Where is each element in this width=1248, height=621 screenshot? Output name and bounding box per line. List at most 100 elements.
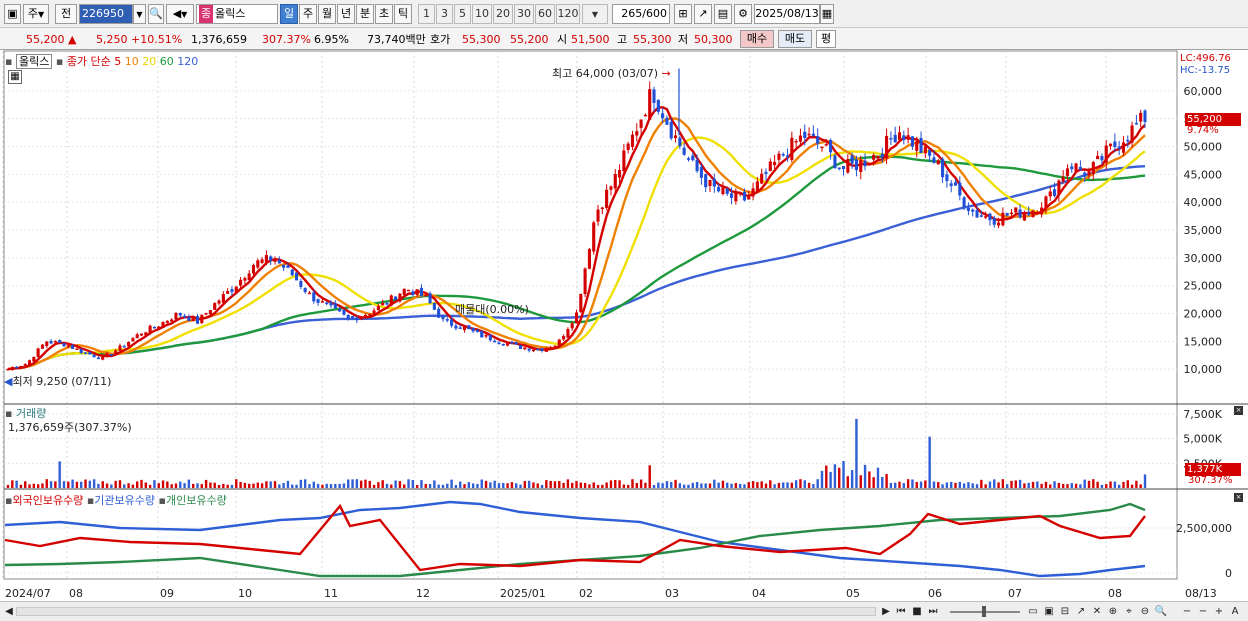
interval-120[interactable]: 120 <box>556 4 580 24</box>
search-icon[interactable]: 🔍 <box>148 4 164 24</box>
stop-icon[interactable]: ■ <box>910 604 924 619</box>
volume-bar <box>200 484 204 488</box>
legend-ma-title[interactable]: 종가 단순 <box>67 55 111 68</box>
legend-ma60[interactable]: 60 <box>160 55 174 68</box>
chart-tool-icon[interactable]: ⊞ <box>674 4 692 24</box>
rewind-icon[interactable]: ⏮ <box>894 604 908 619</box>
interval-10[interactable]: 10 <box>472 4 492 24</box>
interval-60[interactable]: 60 <box>535 4 555 24</box>
draw-line-icon[interactable]: ↗ <box>1074 604 1088 619</box>
candle-body <box>454 325 458 329</box>
interval-20[interactable]: 20 <box>493 4 513 24</box>
holdings-close-icon[interactable]: × <box>1234 493 1243 502</box>
scroll-right-icon[interactable]: ▶ <box>880 604 892 619</box>
volume-bar <box>308 484 311 488</box>
tab-day[interactable]: 일 <box>280 4 298 24</box>
zoom-slider-handle[interactable] <box>982 606 986 617</box>
tab-year[interactable]: 년 <box>337 4 355 24</box>
legend-ma20[interactable]: 20 <box>142 55 156 68</box>
horizontal-scrollbar[interactable] <box>16 607 876 616</box>
tab-tick[interactable]: 틱 <box>394 4 412 24</box>
magnifier-icon[interactable]: 🔍 <box>1154 604 1168 619</box>
interval-1[interactable]: 1 <box>418 4 435 24</box>
candle-body <box>523 347 527 350</box>
volume-bar <box>286 480 290 488</box>
sound-icon[interactable]: ◀▼ <box>166 4 194 24</box>
volume-bar <box>334 483 337 488</box>
volume-bar <box>381 480 384 488</box>
candle-body <box>406 289 411 292</box>
chart-area[interactable]: 10,000 15,000 20,000 25,000 30,000 35,000 40,0… <box>0 50 1248 601</box>
legend-foreign[interactable]: 외국인보유수량 <box>12 494 83 507</box>
window-menu-icon[interactable]: ▣ <box>4 4 21 24</box>
candle-body <box>243 277 247 281</box>
save-icon[interactable]: ▤ <box>714 4 732 24</box>
legend-individual[interactable]: 개인보유수량 <box>166 494 227 507</box>
eval-button[interactable]: 평 <box>816 30 836 48</box>
forward-icon[interactable]: ⏭ <box>926 604 940 619</box>
interval-3[interactable]: 3 <box>436 4 453 24</box>
font-size-icon[interactable]: A <box>1228 604 1242 619</box>
tab-minute[interactable]: 분 <box>356 4 374 24</box>
interval-dropdown[interactable]: ▼ <box>582 4 608 24</box>
draw-tool-icon[interactable]: ↗ <box>694 4 712 24</box>
price-chart-svg[interactable]: 10,000 15,000 20,000 25,000 30,000 35,000 40,0… <box>0 50 1248 601</box>
volume-bar <box>252 483 255 488</box>
calendar-icon[interactable]: ▦ <box>820 4 834 24</box>
layout-icon-2[interactable]: ▣ <box>1042 604 1056 619</box>
period-mode-select[interactable]: 주▼ <box>23 4 49 24</box>
minus-icon[interactable]: − <box>1196 604 1210 619</box>
candle-body <box>389 295 393 306</box>
magnet-icon[interactable]: ⊕ <box>1106 604 1120 619</box>
code-dropdown-icon[interactable]: ▼ <box>133 4 146 24</box>
volume-bar <box>549 480 552 488</box>
count-input[interactable]: 265/600 <box>612 4 670 24</box>
zoom-out-icon[interactable]: − <box>1180 604 1194 619</box>
legend-stock-name[interactable]: 올릭스 <box>15 54 53 69</box>
plus-icon[interactable]: + <box>1212 604 1226 619</box>
scroll-left-icon[interactable]: ◀ <box>4 604 14 619</box>
layout-icon-1[interactable]: ▭ <box>1026 604 1040 619</box>
candle-body <box>997 222 1001 226</box>
candle-body <box>36 348 40 358</box>
volume-bar <box>1036 481 1039 488</box>
volume-bar <box>1001 479 1005 488</box>
candle-body <box>867 162 871 165</box>
indicator-grid-icon[interactable]: ▦ <box>8 70 22 84</box>
candle-body <box>398 293 402 302</box>
interval-30[interactable]: 30 <box>514 4 534 24</box>
tab-week[interactable]: 주 <box>299 4 317 24</box>
candle-body <box>669 121 673 139</box>
zoom-in-glass-icon[interactable]: ⊖ <box>1138 604 1152 619</box>
volume-bar <box>1044 481 1048 488</box>
volume-bar <box>583 482 587 488</box>
volume-bar <box>41 483 44 488</box>
sell-button[interactable]: 매도 <box>778 30 812 48</box>
candle-body <box>992 218 996 225</box>
tab-month[interactable]: 월 <box>318 4 336 24</box>
volume-bar <box>833 464 837 488</box>
interval-20-label: 20 <box>496 7 510 20</box>
cross-icon[interactable]: ✕ <box>1090 604 1104 619</box>
volume-bar <box>820 470 824 488</box>
volume-bar <box>751 481 755 488</box>
volume-close-icon[interactable]: × <box>1234 406 1243 415</box>
candle-body <box>105 353 109 357</box>
layout-icon-3[interactable]: ⊟ <box>1058 604 1072 619</box>
stock-name-field[interactable]: 종 올릭스 <box>196 4 278 24</box>
stock-code-value: 226950 <box>82 7 124 20</box>
volume-bar <box>738 483 742 488</box>
legend-ma5[interactable]: 5 <box>114 55 121 68</box>
cursor-icon[interactable]: ⌖ <box>1122 604 1136 619</box>
volume-bar <box>842 460 845 488</box>
date-input[interactable]: 2025/08/13 <box>754 4 820 24</box>
legend-institution[interactable]: 기관보유수량 <box>94 494 155 507</box>
prev-button[interactable]: 전 <box>55 4 77 24</box>
legend-ma10[interactable]: 10 <box>125 55 139 68</box>
gear-icon[interactable]: ⚙ <box>734 4 752 24</box>
buy-button[interactable]: 매수 <box>740 30 774 48</box>
legend-ma120[interactable]: 120 <box>177 55 198 68</box>
interval-5[interactable]: 5 <box>454 4 471 24</box>
tab-second[interactable]: 초 <box>375 4 393 24</box>
stock-code-input[interactable]: 226950 <box>79 4 133 24</box>
